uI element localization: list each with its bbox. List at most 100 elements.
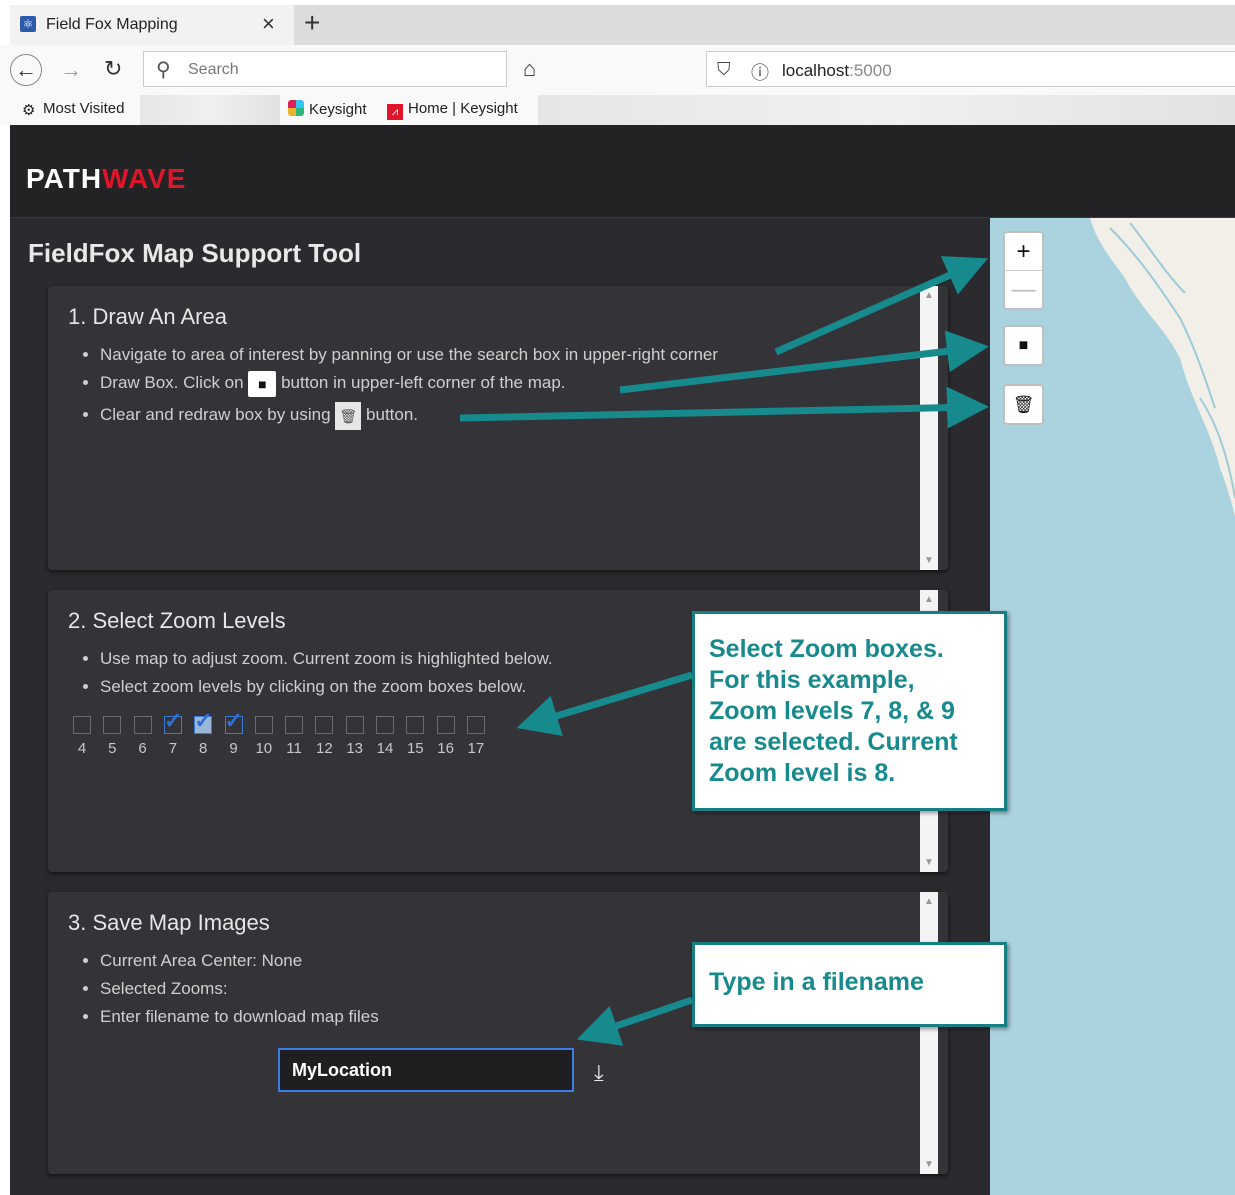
zoom-box-15[interactable] — [406, 716, 425, 734]
url-bar[interactable]: ⛉ ⓘ localhost:5000 — [706, 51, 1235, 87]
delete-control: 🗑 — [1003, 384, 1044, 425]
bookmark-label: Home | Keysight — [408, 100, 518, 117]
zoom-box-9[interactable]: ✓ — [224, 708, 243, 734]
instructions-list: Current Area Center: None Selected Zooms… — [100, 947, 379, 1031]
zoom-level-label: 7 — [168, 740, 178, 757]
bookmark-home-keysight[interactable]: ⩘ Home | Keysight — [387, 100, 518, 120]
tab-bar: ⚛ Field Fox Mapping × + — [10, 5, 1235, 45]
url-port: :5000 — [849, 61, 892, 80]
url-text: localhost:5000 — [782, 61, 892, 81]
zoom-box-17[interactable] — [466, 716, 485, 734]
zoom-out-button[interactable]: — — [1005, 270, 1042, 308]
tab-title: Field Fox Mapping — [46, 16, 178, 33]
reload-button[interactable]: ↻ — [104, 56, 122, 82]
draw-box-button[interactable]: ■ — [1005, 327, 1042, 364]
scroll-down-icon[interactable]: ▼ — [924, 555, 934, 566]
instructions-list: Use map to adjust zoom. Current zoom is … — [100, 645, 553, 701]
instruction-item: Select zoom levels by clicking on the zo… — [100, 673, 553, 701]
zoom-box-14[interactable] — [376, 716, 394, 734]
instruction-item: Use map to adjust zoom. Current zoom is … — [100, 645, 553, 673]
draw-box-control: ■ — [1003, 325, 1044, 366]
callout-line: Type in a filename — [709, 968, 924, 996]
trash-icon: 🗑 — [335, 401, 362, 430]
panel-title: 1. Draw An Area — [68, 304, 227, 329]
zoom-control: + — — [1003, 231, 1044, 310]
zoom-level-label: 4 — [77, 740, 87, 757]
callout-line: are selected. Current — [709, 728, 958, 756]
instruction-item: Navigate to area of interest by panning … — [100, 341, 718, 369]
instruction-item: Draw Box. Click on ■ button in upper-lef… — [100, 369, 718, 397]
pathwave-logo: PATHWAVE — [26, 163, 186, 195]
zoom-box-5[interactable] — [103, 716, 122, 734]
home-button[interactable]: ⌂ — [523, 56, 536, 82]
filename-callout: Type in a filename — [692, 942, 1007, 1027]
instruction-text: button in upper-left corner of the map. — [281, 373, 566, 392]
bookmark-label: Most Visited — [43, 100, 125, 117]
callout-line: Zoom level is 8. — [709, 759, 896, 787]
zoom-level-label: 14 — [376, 740, 394, 757]
zoom-box-8[interactable]: ✓ — [194, 708, 213, 734]
zoom-box-7[interactable]: ✓ — [163, 708, 182, 734]
zoom-box-16[interactable] — [436, 716, 455, 734]
search-placeholder: Search — [188, 61, 239, 78]
zoom-level-label: 16 — [437, 740, 454, 757]
blurred-bookmarks — [538, 95, 1235, 125]
map-land — [1090, 218, 1235, 516]
scroll-up-icon[interactable]: ▲ — [924, 594, 934, 605]
page-title: FieldFox Map Support Tool — [28, 238, 362, 268]
current-area-center: Current Area Center: None — [100, 947, 379, 975]
new-tab-button[interactable]: + — [304, 7, 320, 39]
zoom-box-6[interactable] — [133, 716, 152, 734]
download-icon[interactable]: ⤓ — [594, 1060, 604, 1086]
scroll-up-icon[interactable]: ▲ — [924, 896, 934, 907]
instructions-list: Navigate to area of interest by panning … — [100, 341, 718, 430]
instruction-text: Draw Box. Click on — [100, 373, 244, 392]
search-input[interactable]: ⚲ Search — [143, 51, 507, 87]
zoom-level-label: 13 — [346, 740, 364, 757]
back-button[interactable]: ← — [10, 54, 42, 86]
zoom-level-label: 6 — [138, 740, 147, 757]
filename-input[interactable] — [278, 1048, 574, 1092]
logo-part2: WAVE — [102, 163, 187, 194]
instruction-text: Clear and redraw box by using — [100, 405, 331, 424]
zoom-box-13[interactable] — [345, 716, 364, 734]
zoom-box-4[interactable] — [73, 716, 91, 734]
info-icon[interactable]: ⓘ — [751, 59, 769, 85]
browser-tab[interactable]: ⚛ Field Fox Mapping × — [10, 5, 294, 45]
callout-line: For this example, — [709, 666, 915, 694]
zoom-in-button[interactable]: + — [1005, 233, 1042, 270]
navigation-bar: ← → ↻ ⚲ Search ⌂ ⛉ ⓘ localhost:5000 — [0, 45, 1235, 95]
blurred-bookmarks — [140, 95, 280, 125]
zoom-box-11[interactable] — [285, 716, 304, 734]
app-header: PATHWAVE — [10, 125, 1235, 218]
panel-scrollbar[interactable]: ▲ ▼ — [920, 892, 938, 1174]
search-icon: ⚲ — [156, 59, 171, 81]
bookmark-keysight[interactable]: Keysight — [288, 100, 367, 118]
slack-icon — [288, 100, 304, 116]
close-tab-icon[interactable]: × — [262, 11, 275, 37]
instruction-text: button. — [366, 405, 419, 424]
zoom-box-12[interactable] — [315, 716, 334, 734]
callout-line: Zoom levels 7, 8, & 9 — [709, 697, 955, 725]
panel-scrollbar[interactable]: ▲ ▼ — [920, 286, 938, 570]
bookmark-label: Keysight — [309, 101, 367, 118]
panel-draw-area: 1. Draw An Area Navigate to area of inte… — [48, 286, 948, 570]
square-icon: ■ — [248, 370, 277, 397]
checkmark-icon: ✓ — [163, 708, 183, 733]
zoom-level-label: 10 — [255, 740, 273, 757]
app-favicon-icon: ⚛ — [20, 16, 36, 32]
url-host: localhost — [782, 61, 850, 80]
forward-button[interactable]: → — [60, 57, 82, 83]
checkmark-icon: ✓ — [194, 708, 213, 733]
zoom-box-10[interactable] — [254, 716, 273, 734]
zoom-level-label: 17 — [467, 740, 485, 757]
delete-box-button[interactable]: 🗑 — [1005, 386, 1042, 423]
scroll-up-icon[interactable]: ▲ — [924, 290, 934, 301]
keysight-logo-icon: ⩘ — [387, 104, 403, 120]
bookmark-most-visited[interactable]: ⚙ Most Visited — [22, 100, 125, 119]
scroll-down-icon[interactable]: ▼ — [924, 857, 934, 868]
zoom-level-label: 9 — [229, 740, 238, 757]
shield-icon: ⛉ — [717, 59, 731, 79]
scroll-down-icon[interactable]: ▼ — [924, 1159, 934, 1170]
zoom-level-label: 11 — [286, 740, 302, 757]
